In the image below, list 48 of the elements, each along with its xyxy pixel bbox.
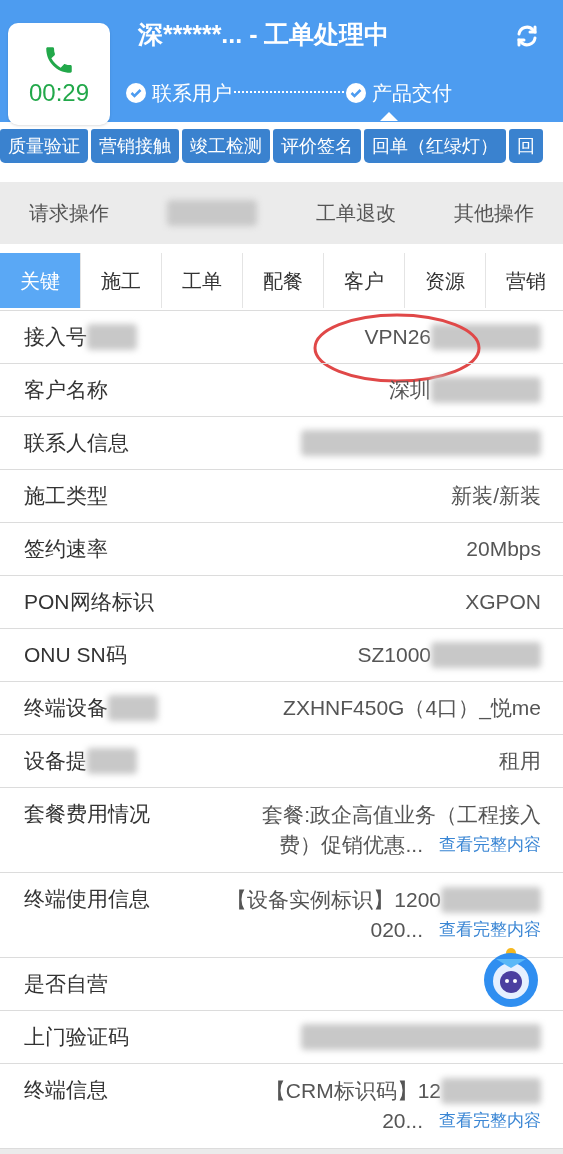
field-value: ZXHNF450G（4口）_悦me (283, 695, 541, 722)
field-value: 深圳 (389, 377, 431, 404)
action-tab[interactable]: 质量验证 (0, 129, 88, 163)
field-value: 20... (382, 1108, 423, 1135)
action-tab[interactable]: 回 (509, 129, 543, 163)
operation-button[interactable]: 其他操作 (453, 198, 534, 228)
view-full-link[interactable]: 查看完整内容 (439, 1108, 541, 1134)
field-label: 套餐费用情况 (24, 801, 150, 828)
field-value: VPN26 (364, 324, 431, 351)
field-label: 是否自营 (24, 971, 108, 998)
field-label: 施工类型 (24, 483, 108, 510)
call-card[interactable]: 00:29 (8, 23, 110, 125)
field-label: 联系人信息 (24, 430, 129, 457)
field-value: 租用 (499, 748, 541, 775)
refresh-icon[interactable] (515, 24, 539, 48)
operation-button[interactable]: 请求操作 (29, 198, 110, 228)
field-label: 客户名称 (24, 377, 108, 404)
field-value: 新装/新装 (451, 483, 541, 510)
window-title: 深******... - 工单处理中 (138, 19, 390, 50)
field-value: 020... (370, 917, 423, 944)
assistant-robot-icon[interactable] (482, 947, 540, 1007)
view-full-link[interactable]: 查看完整内容 (439, 832, 541, 858)
field-value: 费）促销优惠... (279, 832, 423, 859)
call-timer: 00:29 (28, 81, 90, 105)
action-tab[interactable]: 回单（红绿灯） (364, 129, 506, 163)
action-tab[interactable]: 营销接触 (91, 129, 179, 163)
field-value: SZ1000 (357, 642, 431, 669)
field-label: ONU SN码 (24, 642, 127, 669)
field-value: 【设备实例标识】1200 (226, 887, 441, 914)
step-label[interactable]: 产品交付 (372, 78, 452, 108)
field-label: 上门验证码 (24, 1024, 129, 1051)
field-value: 【CRM标识码】12 (264, 1078, 441, 1105)
action-tab[interactable]: 评价签名 (273, 129, 361, 163)
step-label[interactable]: 联系用户 (152, 78, 232, 108)
field-value: 套餐:政企高值业务（工程接入 (262, 802, 541, 829)
action-tab[interactable]: 竣工检测 (182, 129, 270, 163)
field-value: 20Mbps (466, 536, 541, 563)
operation-button[interactable]: 工单退改 (315, 198, 396, 228)
detail-tab[interactable]: 关键 (0, 253, 81, 308)
field-label: 接入号 (24, 324, 87, 351)
field-label: 签约速率 (24, 536, 108, 563)
field-value: XGPON (465, 589, 541, 616)
field-label: 设备提 (24, 748, 87, 775)
field-label: 终端信息 (24, 1077, 108, 1104)
field-label: PON网络标识 (24, 589, 154, 616)
field-label: 终端设备 (24, 695, 108, 722)
field-label: 终端使用信息 (24, 886, 150, 913)
view-full-link[interactable]: 查看完整内容 (439, 917, 541, 943)
